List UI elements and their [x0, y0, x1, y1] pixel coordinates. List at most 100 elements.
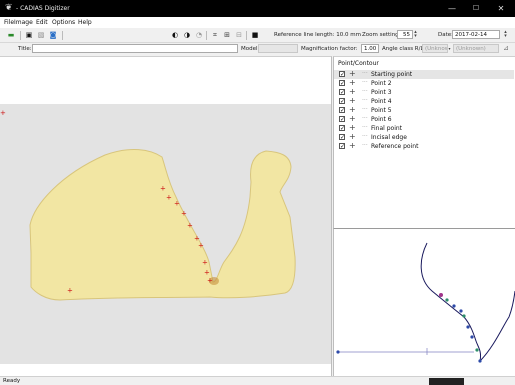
tree-row-label: Final point [371, 125, 403, 132]
visibility-checkbox[interactable]: ✓ [339, 116, 345, 123]
visibility-checkbox[interactable]: ✓ [339, 125, 345, 132]
visibility-checkbox[interactable]: ✓ [339, 143, 345, 150]
point-marker[interactable]: + [187, 222, 193, 230]
angle-class-right-select[interactable]: (Unknown) [422, 44, 448, 53]
fields-bar: Title: Model: Magnification factor: 1.00… [0, 42, 515, 56]
visibility-checkbox[interactable]: ✓ [339, 134, 345, 141]
menu-file[interactable]: File [4, 19, 14, 26]
visibility-checkbox[interactable]: ✓ [339, 71, 345, 78]
tree-row[interactable]: ✓ + ··· Point 4 [334, 97, 514, 106]
crosshair-icon: + [349, 105, 356, 114]
tree-row[interactable]: ✓ + ··· Final point [334, 124, 514, 133]
magnification-input[interactable]: 1.00 [361, 44, 379, 53]
toolbar-separator [246, 31, 247, 40]
menu-image[interactable]: Image [14, 19, 33, 26]
tree-row-label: Starting point [371, 71, 413, 78]
close-button[interactable]: ✕ [490, 2, 512, 15]
menu-options[interactable]: Options [52, 19, 75, 26]
tree-row[interactable]: ✓ + ··· Point 5 [334, 106, 514, 115]
point-marker[interactable]: + [202, 259, 208, 267]
tree-connector: ··· [362, 142, 368, 149]
contour-point [466, 325, 470, 329]
tree-row-label: Point 6 [371, 116, 392, 123]
point-marker[interactable]: + [160, 185, 166, 193]
crosshair-icon: + [349, 132, 356, 141]
tree-row-label: Point 3 [371, 89, 392, 96]
point-marker[interactable]: + [174, 200, 180, 208]
minimize-button[interactable]: — [441, 2, 463, 15]
point-marker[interactable]: + [204, 269, 210, 277]
save-icon[interactable]: ▬ [6, 30, 16, 40]
image-icon[interactable]: ▧ [36, 30, 46, 40]
title-input[interactable] [32, 44, 238, 53]
zoom-reset-icon[interactable]: ◔ [194, 30, 204, 40]
tree-row[interactable]: ✓ + ··· Reference point [334, 142, 514, 151]
zoom-in-icon[interactable]: ◐ [170, 30, 180, 40]
tree-row[interactable]: ✓ + ··· Incisal edge [334, 133, 514, 142]
title-label: Title: [18, 46, 32, 52]
tree-connector: ··· [362, 88, 368, 95]
chevron-down-icon[interactable]: ▾ [447, 44, 452, 53]
grid-add-icon[interactable]: ⊞ [222, 30, 232, 40]
contour-point [462, 314, 466, 318]
contour-line [420, 242, 481, 362]
contour-point [475, 348, 479, 352]
maximize-button[interactable]: ☐ [465, 2, 487, 15]
point-marker[interactable]: + [166, 194, 172, 202]
tree-row[interactable]: ✓ + ··· Point 3 [334, 88, 514, 97]
contour-line-right [479, 290, 515, 362]
tree-header: Point/Contour [338, 60, 379, 67]
point-marker[interactable]: + [198, 242, 204, 250]
contour-icon[interactable]: ■ [250, 30, 260, 40]
grid-icon[interactable]: ⌗ [210, 30, 220, 40]
thumbnail-strip [429, 378, 464, 385]
image-canvas[interactable]: + + + + + + + + + + + + [0, 56, 332, 376]
tree-row[interactable]: ✓ + ··· Point 6 [334, 115, 514, 124]
date-spinner[interactable]: ▴ ▾ [503, 30, 508, 39]
date-field[interactable]: 2017-02-14 [452, 30, 500, 39]
contour-point [439, 293, 443, 297]
tree-connector: ··· [362, 79, 368, 86]
tree-connector: ··· [362, 106, 368, 113]
crosshair-icon: + [349, 87, 356, 96]
contour-preview [333, 228, 515, 376]
menu-bar: File Image Edit Options Help [0, 17, 515, 28]
visibility-checkbox[interactable]: ✓ [339, 107, 345, 114]
tree-row-label: Reference point [371, 143, 419, 150]
reference-line-length: Reference line length: 10.0 mm [274, 32, 361, 38]
point-marker[interactable]: + [181, 210, 187, 218]
point-marker[interactable]: + [67, 287, 73, 295]
toolbar-separator [20, 31, 21, 40]
contour-point [470, 335, 474, 339]
contour-point [478, 359, 482, 363]
visibility-checkbox[interactable]: ✓ [339, 98, 345, 105]
tree-row-label: Point 2 [371, 80, 392, 87]
magnification-label: Magnification factor: [301, 46, 358, 52]
tree-row[interactable]: ✓ + ··· Point 2 [334, 79, 514, 88]
zoom-field[interactable]: 55 [397, 30, 413, 39]
visibility-checkbox[interactable]: ✓ [339, 80, 345, 87]
menu-help[interactable]: Help [78, 19, 92, 26]
angle-class-left-select[interactable]: (Unknown) [453, 44, 499, 53]
grid-remove-icon[interactable]: ⊟ [234, 30, 244, 40]
open-folder-icon[interactable]: ▣ [24, 30, 34, 40]
zoom-out-icon[interactable]: ◑ [182, 30, 192, 40]
point-contour-panel: Point/Contour ✓ + ··· Starting point ✓ + ··· Po… [333, 56, 515, 228]
image-select-icon[interactable]: ◙ [48, 30, 58, 40]
tree-connector: ··· [362, 133, 368, 140]
model-input[interactable] [258, 44, 298, 53]
app-icon: ❦ [5, 3, 13, 13]
ruler-icon[interactable]: ⊿ [503, 44, 513, 54]
toolbar: ▬ ▣ ▧ ◙ ◐ ◑ ◔ ⌗ ⊞ ⊟ ■ Reference line len… [0, 28, 515, 43]
contour-plot [336, 242, 515, 363]
tree-row-label: Point 5 [371, 107, 392, 114]
point-marker[interactable]: + [207, 277, 213, 285]
date-label: Date: [438, 32, 453, 38]
tooth-model-image[interactable]: +++++++++++ + [0, 57, 331, 376]
visibility-checkbox[interactable]: ✓ [339, 89, 345, 96]
title-bar: ❦ - CADIAS Digitizer — ☐ ✕ [0, 0, 515, 17]
tree-row[interactable]: ✓ + ··· Starting point [334, 70, 514, 79]
crosshair-icon: + [349, 114, 356, 123]
zoom-spinner[interactable]: ▴ ▾ [413, 30, 418, 39]
menu-edit[interactable]: Edit [36, 19, 48, 26]
